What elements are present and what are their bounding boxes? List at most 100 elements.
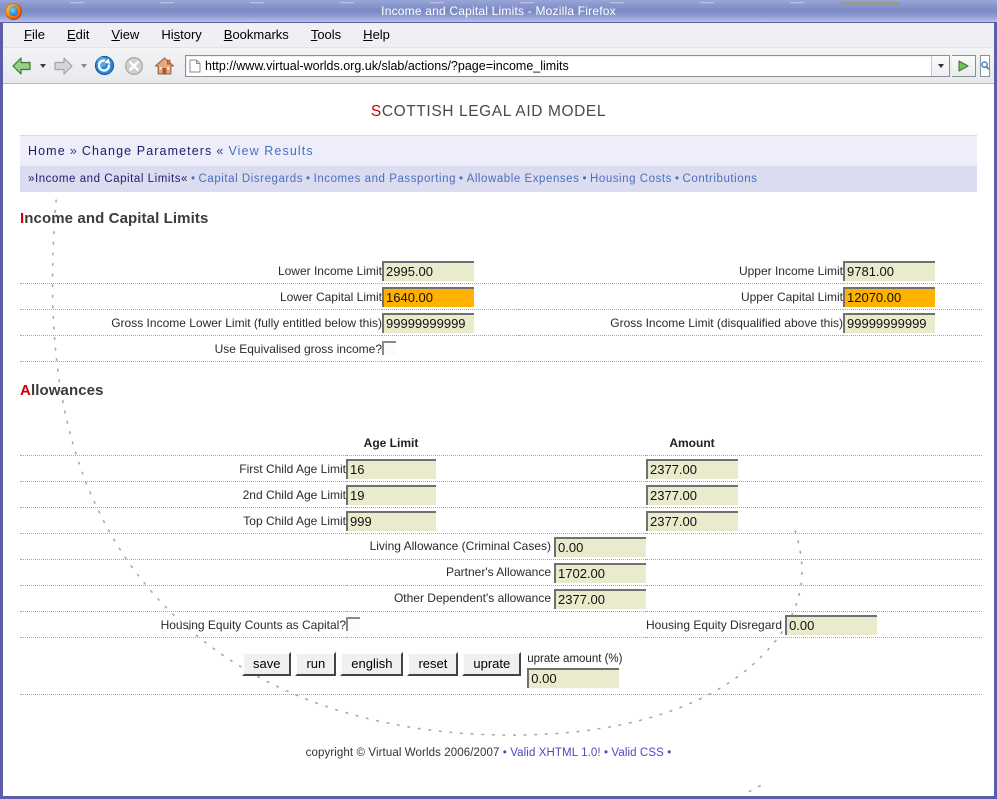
table-row: Partner's Allowance [20, 560, 982, 586]
footer-bullet-2: • [604, 747, 608, 759]
page-title: Income and Capital Limits [20, 210, 994, 227]
reset-button[interactable]: reset [407, 652, 458, 676]
label-other-dependents-allowance: Other Dependent's allowance [394, 591, 551, 605]
table-row: Top Child Age Limit [20, 508, 982, 534]
input-partners-allowance[interactable] [554, 563, 646, 583]
label-use-equivalised-gross-income: Use Equivalised gross income? [20, 336, 382, 362]
table-row: Living Allowance (Criminal Cases) [20, 534, 982, 560]
menu-edit[interactable]: Edit [56, 25, 100, 45]
footer-link-xhtml[interactable]: Valid XHTML 1.0! [510, 747, 600, 759]
input-first-child-age-limit[interactable] [346, 459, 436, 479]
input-2nd-child-amount[interactable] [646, 485, 738, 505]
stop-icon [124, 56, 144, 76]
input-first-child-amount[interactable] [646, 459, 738, 479]
table-row: Gross Income Lower Limit (fully entitled… [20, 310, 982, 336]
column-header-amount: Amount [646, 436, 738, 450]
subnav-item-income-and-capital-limits[interactable]: »Income and Capital Limits« [28, 173, 188, 185]
table-row: Other Dependent's allowance [20, 586, 982, 612]
label-top-child-age-limit: Top Child Age Limit [20, 508, 346, 534]
menu-tools[interactable]: Tools [300, 25, 352, 45]
input-2nd-child-age-limit[interactable] [346, 485, 436, 505]
menu-file[interactable]: FFileile [13, 25, 56, 45]
footer-copyright: copyright © Virtual Worlds 2006/2007 [306, 747, 500, 759]
titlebar-texture [40, 2, 940, 5]
search-icon [981, 60, 989, 72]
column-header-age-limit: Age Limit [346, 436, 436, 450]
url-bar[interactable]: http://www.virtual-worlds.org.uk/slab/ac… [185, 55, 950, 77]
breadcrumb-home[interactable]: Home [28, 144, 66, 158]
table-row: Lower Income Limit Upper Income Limit [20, 258, 982, 284]
subnav-item-housing-costs[interactable]: Housing Costs [590, 173, 672, 185]
input-top-child-amount[interactable] [646, 511, 738, 531]
input-housing-equity-disregard[interactable] [785, 615, 877, 635]
input-gross-income-lower-limit[interactable] [382, 313, 474, 333]
checkbox-use-equivalised-gross-income[interactable] [382, 341, 396, 355]
label-living-allowance: Living Allowance (Criminal Cases) [370, 539, 551, 553]
back-arrow-icon [11, 56, 33, 76]
label-housing-equity-counts-as-capital: Housing Equity Counts as Capital? [20, 612, 346, 638]
url-dropdown-button[interactable] [931, 56, 949, 76]
subnav-item-allowable-expenses[interactable]: Allowable Expenses [467, 173, 580, 185]
label-2nd-child-age-limit: 2nd Child Age Limit [20, 482, 346, 508]
input-top-child-age-limit[interactable] [346, 511, 436, 531]
breadcrumb-change-parameters[interactable]: Change Parameters [82, 144, 213, 158]
table-row: 2nd Child Age Limit [20, 482, 982, 508]
subnav-item-incomes-and-passporting[interactable]: Incomes and Passporting [314, 173, 456, 185]
table-row-spacer [20, 405, 982, 430]
table-row: Housing Equity Counts as Capital? Housin… [20, 612, 982, 638]
uprate-button[interactable]: uprate [462, 652, 521, 676]
input-living-allowance[interactable] [554, 537, 646, 557]
back-history-dropdown[interactable] [37, 51, 48, 81]
home-button[interactable] [149, 51, 179, 81]
allowances-heading-initial: A [20, 382, 31, 399]
input-lower-income-limit[interactable] [382, 261, 474, 281]
save-button[interactable]: save [242, 652, 291, 676]
input-uprate-amount[interactable] [527, 668, 619, 688]
subnav-dot-4: • [579, 173, 590, 185]
go-arrow-icon [956, 59, 971, 73]
label-partners-allowance: Partner's Allowance [446, 565, 551, 579]
footer-bullet-1: • [503, 747, 507, 759]
page-viewport: SCOTTISH LEGAL AID MODEL Home » Change P… [3, 84, 994, 792]
back-button[interactable] [7, 51, 37, 81]
browser-window: Income and Capital Limits - Mozilla Fire… [0, 0, 997, 799]
reload-icon [94, 55, 115, 76]
firefox-logo-icon [5, 3, 22, 20]
reload-button[interactable] [89, 51, 119, 81]
subnav-item-capital-disregards[interactable]: Capital Disregards [199, 173, 304, 185]
input-lower-capital-limit[interactable] [382, 287, 474, 307]
input-gross-income-limit[interactable] [843, 313, 935, 333]
label-upper-income-limit: Upper Income Limit [519, 258, 843, 284]
checkbox-housing-equity-counts-as-capital[interactable] [346, 617, 360, 631]
page-title-rest: ncome and Capital Limits [24, 210, 208, 227]
page-footer: copyright © Virtual Worlds 2006/2007 • V… [3, 695, 994, 759]
search-input[interactable] [980, 55, 990, 77]
page-content: SCOTTISH LEGAL AID MODEL Home » Change P… [3, 84, 994, 759]
menu-help[interactable]: Help [352, 25, 401, 45]
stop-button [119, 51, 149, 81]
input-other-dependents-allowance[interactable] [554, 589, 646, 609]
label-housing-equity-disregard: Housing Equity Disregard [646, 618, 782, 632]
limits-table: Lower Income Limit Upper Income Limit Lo… [20, 233, 982, 362]
input-upper-income-limit[interactable] [843, 261, 935, 281]
subnav-dot-2: • [303, 173, 314, 185]
footer-link-css[interactable]: Valid CSS [611, 747, 663, 759]
subnav-item-contributions[interactable]: Contributions [683, 173, 758, 185]
breadcrumb-view-results[interactable]: View Results [228, 144, 313, 158]
menu-bookmarks[interactable]: Bookmarks [213, 25, 300, 45]
footer-bullet-3: • [667, 747, 671, 759]
run-button[interactable]: run [295, 652, 336, 676]
forward-history-dropdown[interactable] [78, 51, 89, 81]
forward-button[interactable] [48, 51, 78, 81]
table-row-spacer [20, 233, 982, 258]
english-button[interactable]: english [340, 652, 403, 676]
subnav-dot-1: • [188, 173, 199, 185]
navigation-toolbar: http://www.virtual-worlds.org.uk/slab/ac… [3, 48, 994, 84]
menu-view[interactable]: View [100, 25, 150, 45]
window-title: Income and Capital Limits - Mozilla Fire… [0, 4, 997, 18]
uprate-amount-group: uprate amount (%) [527, 652, 622, 688]
menu-history[interactable]: History [150, 25, 212, 45]
input-upper-capital-limit[interactable] [843, 287, 935, 307]
url-text[interactable]: http://www.virtual-worlds.org.uk/slab/ac… [204, 56, 931, 76]
go-button[interactable] [952, 55, 976, 77]
